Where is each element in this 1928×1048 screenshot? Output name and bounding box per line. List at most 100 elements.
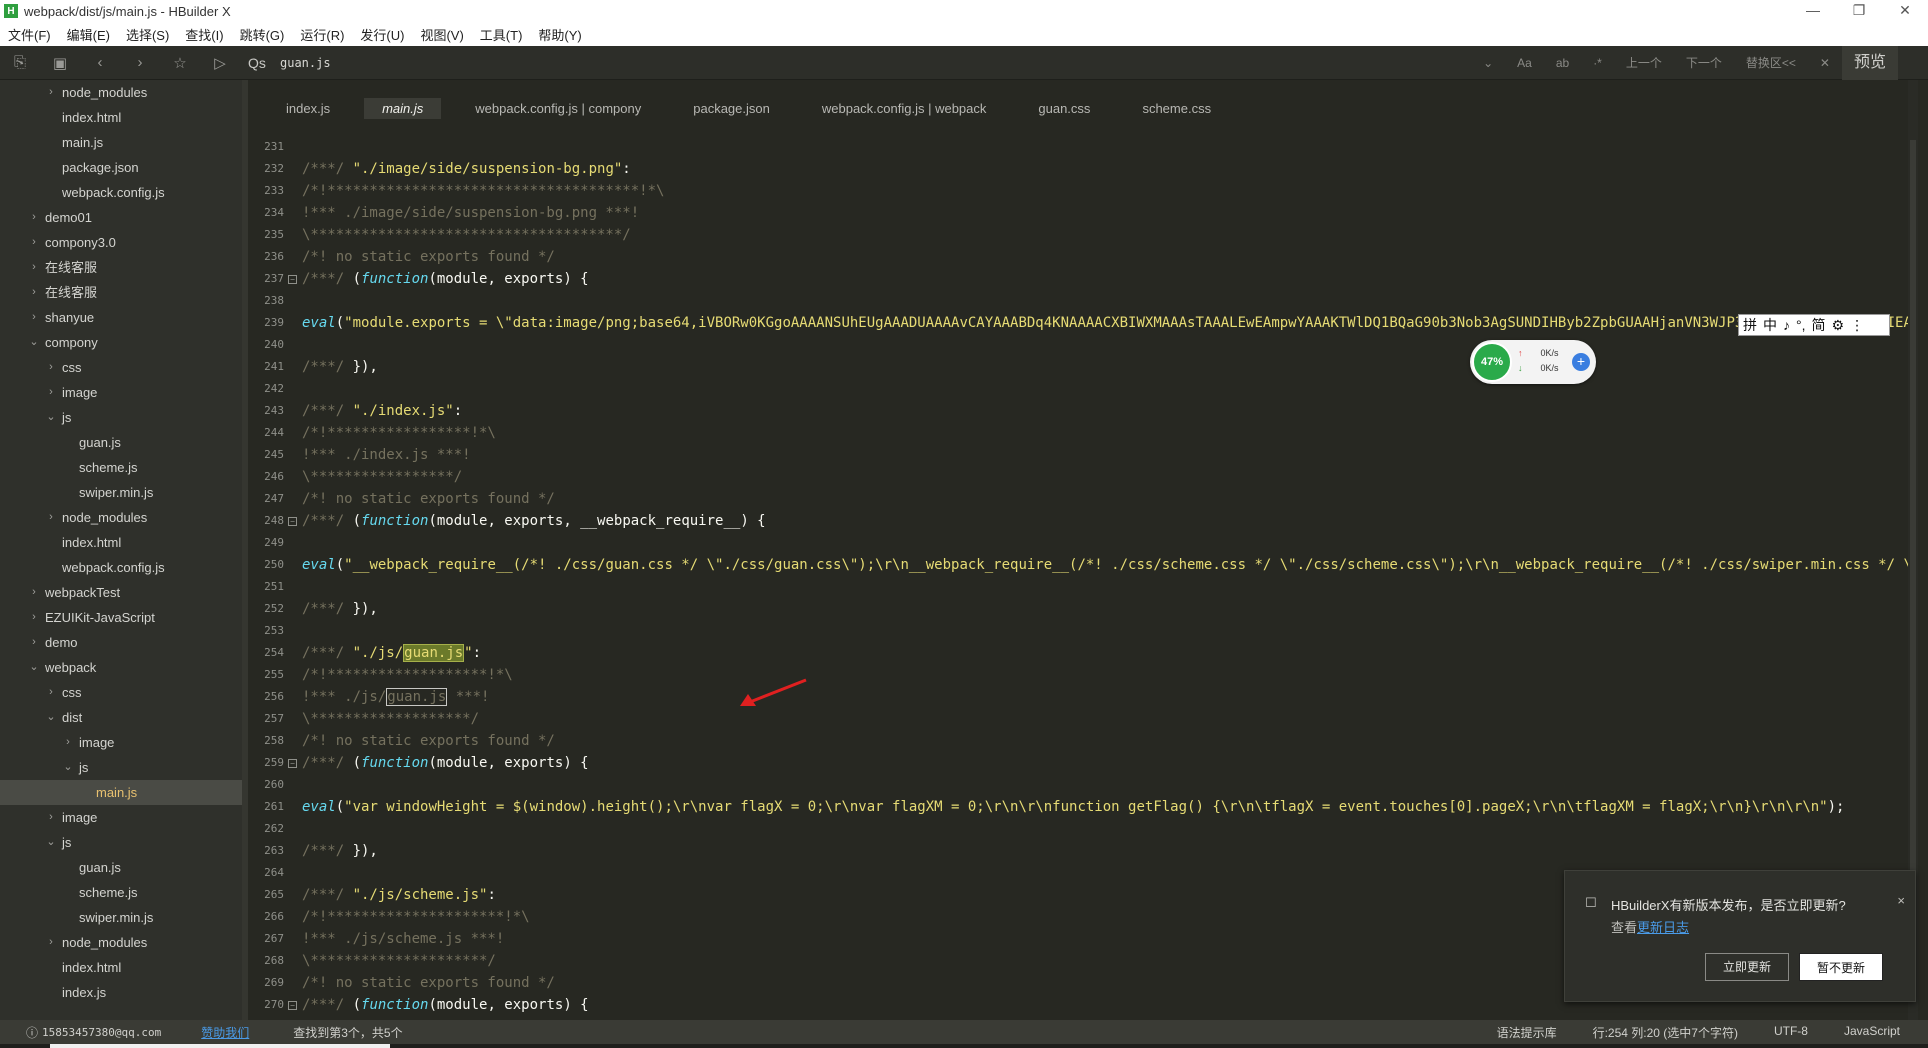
find-tool-button[interactable]: 下一个 bbox=[1674, 54, 1734, 71]
chevron-down-icon[interactable]: ⌄ bbox=[28, 655, 40, 680]
tree-item[interactable]: › node_modules bbox=[0, 505, 248, 530]
menu-item[interactable]: 视图(V) bbox=[412, 25, 471, 44]
new-file-icon[interactable]: ⎘ bbox=[0, 46, 40, 80]
preview-button[interactable]: 预览 bbox=[1841, 45, 1898, 80]
menu-item[interactable]: 编辑(E) bbox=[59, 25, 118, 44]
scrollbar-thumb[interactable] bbox=[1910, 140, 1916, 960]
chevron-down-icon[interactable]: ⌄ bbox=[45, 405, 57, 430]
tree-item[interactable]: › image bbox=[0, 730, 248, 755]
tree-item[interactable]: › compony3.0 bbox=[0, 230, 248, 255]
tree-item[interactable]: scheme.js bbox=[0, 880, 248, 905]
chevron-right-icon[interactable]: › bbox=[28, 230, 40, 255]
chevron-right-icon[interactable]: › bbox=[28, 605, 40, 630]
editor-tab[interactable]: index.js bbox=[268, 98, 348, 119]
tree-item[interactable]: › image bbox=[0, 805, 248, 830]
chevron-right-icon[interactable]: › bbox=[28, 205, 40, 230]
editor-tab[interactable]: guan.css bbox=[1020, 98, 1108, 119]
find-tool-button[interactable]: ab bbox=[1544, 56, 1581, 70]
fold-toggle-icon[interactable]: − bbox=[288, 275, 297, 284]
chevron-right-icon[interactable]: › bbox=[28, 580, 40, 605]
ime-button[interactable]: 拼 bbox=[1743, 315, 1757, 335]
find-tool-button[interactable]: ✕ bbox=[1808, 56, 1842, 70]
ime-button[interactable]: ♪ bbox=[1783, 317, 1790, 333]
find-input[interactable] bbox=[280, 49, 1430, 76]
chevron-right-icon[interactable]: › bbox=[28, 280, 40, 305]
ime-button[interactable]: °, bbox=[1796, 317, 1806, 333]
tree-item[interactable]: › 在线客服 bbox=[0, 280, 248, 305]
status-item[interactable]: UTF-8 bbox=[1774, 1024, 1808, 1041]
tree-item[interactable]: ⌄ js bbox=[0, 755, 248, 780]
menu-item[interactable]: 选择(S) bbox=[118, 25, 177, 44]
ime-button[interactable]: 中 bbox=[1763, 315, 1777, 335]
plus-icon[interactable]: + bbox=[1572, 353, 1590, 371]
tree-item[interactable]: ⌄ dist bbox=[0, 705, 248, 730]
close-button[interactable]: ✕ bbox=[1882, 0, 1928, 22]
tree-item[interactable]: index.html bbox=[0, 955, 248, 980]
tree-item[interactable]: › node_modules bbox=[0, 80, 248, 105]
tree-item[interactable]: main.js bbox=[0, 780, 248, 805]
chevron-right-icon[interactable]: › bbox=[45, 930, 57, 955]
update-now-button[interactable]: 立即更新 bbox=[1705, 953, 1789, 981]
tree-item[interactable]: guan.js bbox=[0, 430, 248, 455]
editor-tab[interactable]: package.json bbox=[675, 98, 788, 119]
tree-item[interactable]: › image bbox=[0, 380, 248, 405]
tree-item[interactable]: webpack.config.js bbox=[0, 180, 248, 205]
chevron-down-icon[interactable]: ⌄ bbox=[28, 330, 40, 355]
tree-item[interactable]: ⌄ js bbox=[0, 830, 248, 855]
tree-item[interactable]: guan.js bbox=[0, 855, 248, 880]
ime-toolbar[interactable]: 拼中 ♪ °, 简 ⚙ ⋮ bbox=[1738, 314, 1890, 336]
editor-tab[interactable]: scheme.css bbox=[1124, 98, 1229, 119]
network-monitor-widget[interactable]: 47% ↑ 0K/s ↓ 0K/s + bbox=[1470, 340, 1596, 384]
status-item[interactable]: JavaScript bbox=[1844, 1024, 1900, 1041]
tree-item[interactable]: › css bbox=[0, 355, 248, 380]
changelog-link[interactable]: 更新日志 bbox=[1637, 920, 1689, 935]
menu-item[interactable]: 文件(F) bbox=[0, 25, 59, 44]
run-icon[interactable]: ▷ bbox=[200, 46, 240, 80]
ime-button[interactable]: ⚙ bbox=[1832, 317, 1845, 334]
save-icon[interactable]: ▣ bbox=[40, 46, 80, 80]
editor-tab[interactable]: webpack.config.js | compony bbox=[457, 98, 659, 119]
tree-item[interactable]: › webpackTest bbox=[0, 580, 248, 605]
chevron-down-icon[interactable]: ⌄ bbox=[62, 755, 74, 780]
tree-item[interactable]: webpack.config.js bbox=[0, 555, 248, 580]
tree-item[interactable]: swiper.min.js bbox=[0, 905, 248, 930]
tree-item[interactable]: package.json bbox=[0, 155, 248, 180]
chevron-right-icon[interactable]: › bbox=[45, 805, 57, 830]
find-tool-button[interactable]: Aa bbox=[1505, 56, 1544, 70]
tree-item[interactable]: › demo bbox=[0, 630, 248, 655]
chevron-down-icon[interactable]: ⌄ bbox=[45, 830, 57, 855]
tree-item[interactable]: index.html bbox=[0, 105, 248, 130]
forward-icon[interactable]: › bbox=[120, 46, 160, 80]
tree-item[interactable]: › css bbox=[0, 680, 248, 705]
maximize-button[interactable]: ❐ bbox=[1836, 0, 1882, 22]
ime-button[interactable]: 简 bbox=[1812, 315, 1826, 335]
tree-item[interactable]: › demo01 bbox=[0, 205, 248, 230]
account-email[interactable]: 15853457380@qq.com bbox=[42, 1026, 161, 1039]
chevron-right-icon[interactable]: › bbox=[28, 305, 40, 330]
tree-item[interactable]: swiper.min.js bbox=[0, 480, 248, 505]
editor-tab[interactable]: main.js bbox=[364, 97, 442, 119]
fold-toggle-icon[interactable]: − bbox=[288, 759, 297, 768]
editor-tab[interactable]: webpack.config.js | webpack bbox=[804, 98, 1005, 119]
donate-link[interactable]: 赞助我们 bbox=[201, 1024, 249, 1041]
tree-item[interactable]: ⌄ webpack bbox=[0, 655, 248, 680]
find-tool-button[interactable]: ⌄ bbox=[1471, 56, 1505, 70]
menu-item[interactable]: 运行(R) bbox=[292, 25, 352, 44]
update-later-button[interactable]: 暂不更新 bbox=[1799, 953, 1883, 981]
tree-item[interactable]: › EZUIKit-JavaScript bbox=[0, 605, 248, 630]
tree-item[interactable]: scheme.js bbox=[0, 455, 248, 480]
tree-item[interactable]: index.js bbox=[0, 980, 248, 1005]
star-icon[interactable]: ☆ bbox=[160, 46, 200, 80]
tree-item[interactable]: ⌄ js bbox=[0, 405, 248, 430]
back-icon[interactable]: ‹ bbox=[80, 46, 120, 80]
fold-toggle-icon[interactable]: − bbox=[288, 1001, 297, 1010]
find-tool-button[interactable]: 替换区<< bbox=[1734, 54, 1808, 71]
menu-item[interactable]: 查找(I) bbox=[177, 25, 231, 44]
find-tool-button[interactable]: 上一个 bbox=[1614, 54, 1674, 71]
menu-item[interactable]: 发行(U) bbox=[352, 25, 412, 44]
chevron-right-icon[interactable]: › bbox=[28, 630, 40, 655]
tree-item[interactable]: main.js bbox=[0, 130, 248, 155]
status-item[interactable]: 语法提示库 bbox=[1497, 1024, 1557, 1041]
chevron-right-icon[interactable]: › bbox=[62, 730, 74, 755]
chevron-right-icon[interactable]: › bbox=[45, 355, 57, 380]
